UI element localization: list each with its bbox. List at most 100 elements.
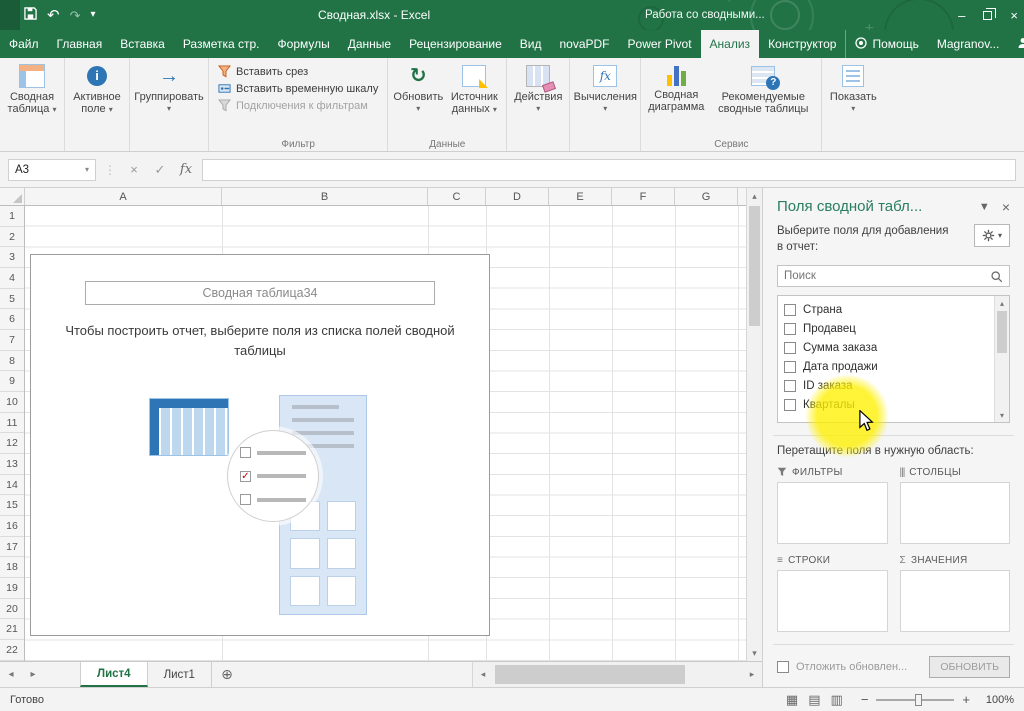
row-header[interactable]: 4: [0, 268, 24, 289]
show-button[interactable]: Показать ▾: [825, 59, 881, 115]
field-item[interactable]: Сумма заказа: [784, 338, 991, 357]
insert-function-icon[interactable]: fx: [176, 162, 196, 177]
row-header[interactable]: 13: [0, 454, 24, 475]
columns-drop-area[interactable]: [900, 482, 1011, 544]
refresh-button[interactable]: ↻ Обновить ▾: [391, 59, 445, 115]
row-header[interactable]: 15: [0, 495, 24, 516]
row-header[interactable]: 21: [0, 619, 24, 640]
tab-page-layout[interactable]: Разметка стр.: [174, 30, 269, 58]
field-item[interactable]: Кварталы: [784, 395, 991, 414]
column-header[interactable]: C: [428, 188, 486, 205]
restore-button[interactable]: [983, 11, 992, 20]
rows-drop-area[interactable]: [777, 570, 888, 632]
row-header[interactable]: 5: [0, 289, 24, 310]
filters-drop-area[interactable]: [777, 482, 888, 544]
horizontal-scrollbar[interactable]: ◂ ▸: [472, 662, 762, 687]
field-item[interactable]: Дата продажи: [784, 357, 991, 376]
checkbox[interactable]: [784, 304, 796, 316]
field-item[interactable]: Продавец: [784, 319, 991, 338]
select-all-corner[interactable]: [0, 188, 25, 205]
qat-customize-icon[interactable]: ▾: [90, 10, 95, 20]
pane-options-icon[interactable]: ▼: [979, 201, 990, 213]
checkbox[interactable]: [784, 380, 796, 392]
page-layout-view-icon[interactable]: ▤: [808, 692, 820, 708]
checkbox[interactable]: [784, 399, 796, 411]
zoom-slider[interactable]: [876, 699, 954, 701]
calculations-button[interactable]: fx Вычисления ▾: [573, 59, 637, 115]
group-button[interactable]: → Группировать ▾: [133, 59, 205, 115]
tab-view[interactable]: Вид: [511, 30, 551, 58]
column-header[interactable]: E: [549, 188, 612, 205]
next-sheet-icon[interactable]: ▸: [22, 662, 44, 687]
row-header[interactable]: 2: [0, 227, 24, 248]
row-header[interactable]: 9: [0, 371, 24, 392]
pane-close-icon[interactable]: ×: [1002, 199, 1010, 215]
scroll-down-icon[interactable]: ▾: [747, 645, 762, 661]
vertical-scrollbar[interactable]: ▴ ▾: [746, 188, 762, 661]
row-header[interactable]: 11: [0, 413, 24, 434]
checkbox[interactable]: [784, 323, 796, 335]
zoom-in-icon[interactable]: +: [962, 692, 970, 707]
pane-tools-button[interactable]: ▾: [974, 224, 1010, 247]
cancel-icon[interactable]: ×: [124, 162, 144, 177]
search-input[interactable]: [784, 270, 990, 282]
app-icon[interactable]: [0, 0, 20, 30]
update-button[interactable]: ОБНОВИТЬ: [929, 656, 1010, 678]
tab-novapdf[interactable]: novaPDF: [550, 30, 618, 58]
zoom-out-icon[interactable]: −: [861, 692, 869, 707]
insert-timeline-button[interactable]: Вставить временную шкалу: [218, 82, 378, 95]
insert-slicer-button[interactable]: Вставить срез: [218, 65, 378, 78]
vertical-scroll-thumb[interactable]: [749, 206, 760, 326]
column-header[interactable]: D: [486, 188, 549, 205]
scroll-right-icon[interactable]: ▸: [742, 662, 762, 687]
tab-formulas[interactable]: Формулы: [269, 30, 339, 58]
row-header[interactable]: 8: [0, 351, 24, 372]
page-break-view-icon[interactable]: ▥: [831, 692, 843, 708]
values-drop-area[interactable]: [900, 570, 1011, 632]
sheet-tab-list4[interactable]: Лист4: [80, 662, 148, 687]
tab-help[interactable]: Помощь: [845, 30, 927, 58]
recommended-pivottables-button[interactable]: ? Рекомендуемые сводные таблицы: [708, 59, 818, 115]
zoom-slider-thumb[interactable]: [915, 694, 922, 706]
tab-home[interactable]: Главная: [48, 30, 112, 58]
tab-insert[interactable]: Вставка: [111, 30, 174, 58]
minimize-button[interactable]: –: [958, 8, 965, 23]
save-icon[interactable]: [24, 7, 37, 23]
checkbox[interactable]: [784, 361, 796, 373]
undo-icon[interactable]: ↶: [47, 8, 60, 23]
row-header[interactable]: 14: [0, 475, 24, 496]
field-search[interactable]: [777, 265, 1010, 287]
zoom-level[interactable]: 100%: [978, 694, 1014, 706]
field-item[interactable]: Страна: [784, 300, 991, 319]
change-data-source-button[interactable]: Источник данных ▾: [445, 59, 503, 116]
add-sheet-icon[interactable]: ⊕: [212, 662, 242, 687]
pivot-placeholder[interactable]: Сводная таблица34 Чтобы построить отчет,…: [30, 254, 490, 636]
tab-review[interactable]: Рецензирование: [400, 30, 511, 58]
row-header[interactable]: 1: [0, 206, 24, 227]
pivot-table-button[interactable]: Сводная таблица ▾: [3, 59, 61, 116]
tab-data[interactable]: Данные: [339, 30, 400, 58]
normal-view-icon[interactable]: ▦: [786, 692, 798, 708]
tab-design[interactable]: Конструктор: [759, 30, 845, 58]
enter-icon[interactable]: ✓: [150, 162, 170, 178]
row-header[interactable]: 7: [0, 330, 24, 351]
row-header[interactable]: 10: [0, 392, 24, 413]
pivot-chart-button[interactable]: Сводная диаграмма: [644, 59, 708, 113]
tab-power-pivot[interactable]: Power Pivot: [619, 30, 701, 58]
row-header[interactable]: 22: [0, 640, 24, 661]
account-name[interactable]: Magranov...: [928, 30, 1008, 58]
defer-update-checkbox[interactable]: [777, 661, 789, 673]
row-header[interactable]: 3: [0, 247, 24, 268]
filter-connections-button[interactable]: Подключения к фильтрам: [218, 99, 378, 112]
active-field-button[interactable]: i Активное поле ▾: [68, 59, 126, 116]
column-header[interactable]: G: [675, 188, 738, 205]
scroll-left-icon[interactable]: ◂: [473, 662, 493, 687]
row-header[interactable]: 19: [0, 578, 24, 599]
close-button[interactable]: ×: [1010, 8, 1018, 23]
scroll-down-icon[interactable]: ▾: [995, 408, 1009, 422]
tab-analyze[interactable]: Анализ: [701, 30, 760, 58]
horizontal-scroll-thumb[interactable]: [495, 665, 685, 684]
row-header[interactable]: 16: [0, 516, 24, 537]
column-header[interactable]: F: [612, 188, 675, 205]
scroll-up-icon[interactable]: ▴: [995, 296, 1009, 310]
